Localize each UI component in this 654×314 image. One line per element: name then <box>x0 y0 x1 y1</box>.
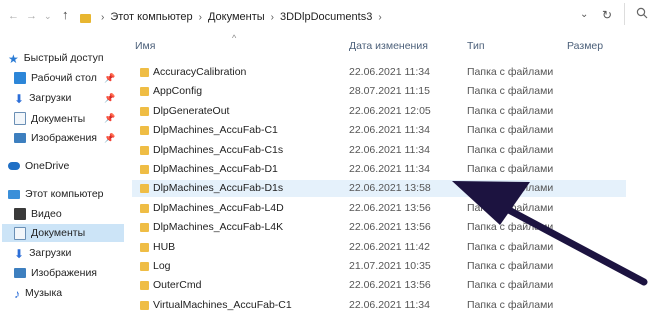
annotation-arrow-icon <box>452 181 648 286</box>
folder-icon <box>140 300 149 310</box>
file-type: Папка с файлами <box>467 298 554 311</box>
table-row[interactable]: VirtualMachines_AccuFab-C1 22.06.2021 11:… <box>132 297 626 314</box>
file-name[interactable]: VirtualMachines_AccuFab-C1 <box>153 299 292 311</box>
file-date: 22.06.2021 11:34 <box>349 298 430 311</box>
